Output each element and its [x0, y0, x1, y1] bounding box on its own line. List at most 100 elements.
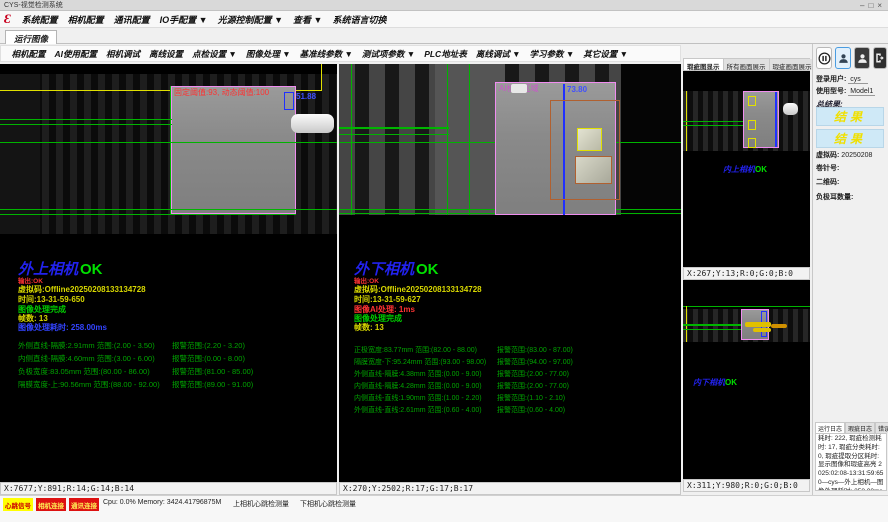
tab-defect-log[interactable]: 瑕疵日志 [845, 422, 875, 433]
measurement-alarm: 报警范围:(0.60 - 4.00) [497, 405, 565, 415]
small2-camera-name: 内下相机 [693, 378, 725, 387]
app-logo-icon: Ɛ [4, 11, 11, 27]
green-measure-line [683, 121, 745, 122]
pause-icon [818, 52, 831, 65]
defect-highlight [771, 324, 787, 328]
green-measure-line [0, 209, 337, 210]
tab-run-log[interactable]: 运行日志 [815, 422, 845, 433]
tab-all-views[interactable]: 所有画面展示 [724, 59, 770, 70]
login-user-button[interactable] [835, 47, 851, 69]
small2-pixel-status: X:311;Y:980;R:0;G:0;B:0 [683, 479, 810, 492]
green-measure-line [683, 306, 810, 307]
green-measure-line [339, 127, 449, 129]
middle-camera-view[interactable]: AI检测区域 73.80 外下相机OK 输出:OK 虚拟码:Offline202… [339, 64, 681, 482]
exit-button[interactable] [873, 47, 887, 69]
film-roller-image [783, 103, 798, 115]
small-camera-view-1[interactable]: 内上相机OK [683, 71, 810, 267]
left-pixel-status: X:7677;Y:891;R:14;G:14;B:14 [0, 482, 337, 495]
tool-spotcheck-setting[interactable]: 点检设置 ▼ [188, 48, 242, 60]
tab-run-image[interactable]: 运行图像 [5, 30, 57, 44]
model-value: Model1 [848, 88, 875, 96]
log-text-area[interactable]: 耗时: 222, 瑕疵检测耗时: 17, 瑕疵分类耗时: 0, 瑕疵提取分区耗时… [815, 433, 887, 491]
status-bar: 心跳信号 相机连接 通讯连接 Cpu: 0.0% Memory: 3424.41… [0, 495, 888, 522]
measurement-alarm: 报警范围:(2.20 - 3.20) [172, 340, 245, 351]
anode-tab-count-field: 负极耳数量: [816, 192, 853, 202]
tool-ai-config[interactable]: AI使用配置 [50, 48, 102, 60]
blue-measure-value: 73.80 [567, 85, 587, 94]
operator-icon [856, 52, 869, 65]
detection-box-yellow [748, 96, 756, 106]
left-elapsed-text: 图像处理耗时: 258.00ms [18, 322, 107, 333]
small1-camera-name: 内上相机 [723, 165, 755, 174]
close-icon[interactable]: × [877, 1, 886, 10]
heartbeat-badge: 心跳信号 [3, 498, 33, 511]
tab-defect-views[interactable]: 瑕疵画面展示 [770, 59, 816, 70]
blue-measure-line [775, 92, 777, 147]
menu-bar: Ɛ 系统配置 相机配置 通讯配置 IO手配置 ▼ 光源控制配置 ▼ 查看 ▼ 系… [0, 11, 888, 28]
tool-offline-debug[interactable]: 离线调试 ▼ [471, 48, 525, 60]
yellow-reference-line-vertical [321, 64, 322, 90]
small2-camera-ok: OK [725, 378, 737, 387]
small-camera-view-2[interactable]: 内下相机OK [683, 280, 810, 479]
green-measure-line [0, 214, 296, 215]
blue-measure-box [284, 92, 294, 110]
tool-image-process[interactable]: 图像处理 ▼ [241, 48, 295, 60]
toolbar: 相机配置 AI使用配置 相机调试 离线设置 点检设置 ▼ 图像处理 ▼ 基准线参… [0, 45, 681, 62]
film-roller-image [291, 114, 334, 133]
tool-baseline-params[interactable]: 基准线参数 ▼ [295, 48, 357, 60]
tool-test-params[interactable]: 测试项参数 ▼ [357, 48, 419, 60]
lower-heartbeat-text: 下相机心跳检测量 [300, 499, 356, 509]
detection-blob [575, 156, 612, 184]
measurement-alarm: 报警范围:(0.00 - 8.00) [172, 353, 245, 364]
small2-camera-result: 内下相机OK [693, 377, 737, 388]
bright-spot [511, 84, 527, 93]
log-tabs: 运行日志 瑕疵日志 错误日志 [815, 422, 887, 433]
middle-pixel-status: X:270;Y:2502;R:17;G:17;B:17 [339, 482, 681, 495]
menu-io-config[interactable]: IO手配置 ▼ [155, 13, 213, 26]
barcode-field: 虚拟码: 20250208 [816, 150, 872, 160]
maximize-icon[interactable]: □ [868, 1, 877, 10]
operator-button[interactable] [854, 47, 870, 69]
green-measure-line [683, 329, 743, 330]
tool-other-setting[interactable]: 其它设置 ▼ [579, 48, 633, 60]
measurement-alarm: 报警范围:(83.00 - 87.00) [497, 345, 573, 355]
green-measure-line-vertical [170, 86, 171, 214]
measurement-value: 外侧直线-隔膜:2.91mm 范围:(2.00 - 3.50) [18, 340, 155, 351]
login-user-field: 登录用户: cys [816, 74, 868, 84]
measurement-value: 内侧直线-隔膜:4.60mm 范围:(3.00 - 6.00) [18, 353, 155, 364]
green-measure-line [339, 134, 449, 135]
tool-camera-config[interactable]: 相机配置 [7, 48, 50, 60]
menu-camera-config[interactable]: 相机配置 [63, 13, 109, 26]
tab-defect-image[interactable]: 瑕疵图显示 [684, 59, 724, 70]
defect-highlight [753, 328, 771, 332]
barcode-label: 虚拟码: [816, 152, 839, 159]
exit-icon [874, 52, 886, 64]
tool-offline-setting[interactable]: 离线设置 [145, 48, 188, 60]
green-measure-line [0, 124, 172, 125]
green-measure-line [0, 142, 337, 143]
left-roi-box [171, 86, 296, 214]
side-panel: 登录用户: cys 使用型号: Model1 总结果: 结果 结果 虚拟码: 2… [812, 44, 888, 495]
menu-view[interactable]: 查看 ▼ [288, 13, 327, 26]
green-measure-line [683, 324, 743, 326]
camera-connect-badge: 相机连接 [36, 498, 66, 511]
menu-system-config[interactable]: 系统配置 [17, 13, 63, 26]
pause-button[interactable] [816, 47, 832, 69]
tool-plc-table[interactable]: PLC地址表 [420, 48, 472, 60]
tool-camera-debug[interactable]: 相机调试 [102, 48, 145, 60]
measurement-alarm: 报警范围:(2.00 - 77.00) [497, 369, 569, 379]
title-bar: CYS-视觉检测系统 [0, 0, 888, 11]
tab-error-log[interactable]: 错误日志 [875, 422, 888, 433]
menu-language-switch[interactable]: 系统语言切换 [327, 13, 391, 26]
anode-tab-count-label: 负极耳数量: [816, 194, 853, 201]
menu-comm-config[interactable]: 通讯配置 [109, 13, 155, 26]
measurement-alarm: 报警范围:(94.00 - 97.00) [497, 357, 573, 367]
result-box-2: 结果 [816, 129, 884, 148]
blue-measure-value: 51.88 [296, 92, 316, 101]
threshold-overlay-text: 固定阈值:93, 动态阈值:100 [174, 87, 269, 98]
middle-frames-text: 帧数: 13 [354, 322, 384, 333]
left-camera-view[interactable]: 固定阈值:93, 动态阈值:100 51.88 外上相机OK 输出:OK 虚拟码… [0, 64, 337, 482]
menu-light-config[interactable]: 光源控制配置 ▼ [213, 13, 288, 26]
measurement-value: 外侧直线-直线:2.61mm 范围:(0.60 - 4.00) [354, 405, 482, 415]
tool-learn-params[interactable]: 学习参数 ▼ [525, 48, 579, 60]
